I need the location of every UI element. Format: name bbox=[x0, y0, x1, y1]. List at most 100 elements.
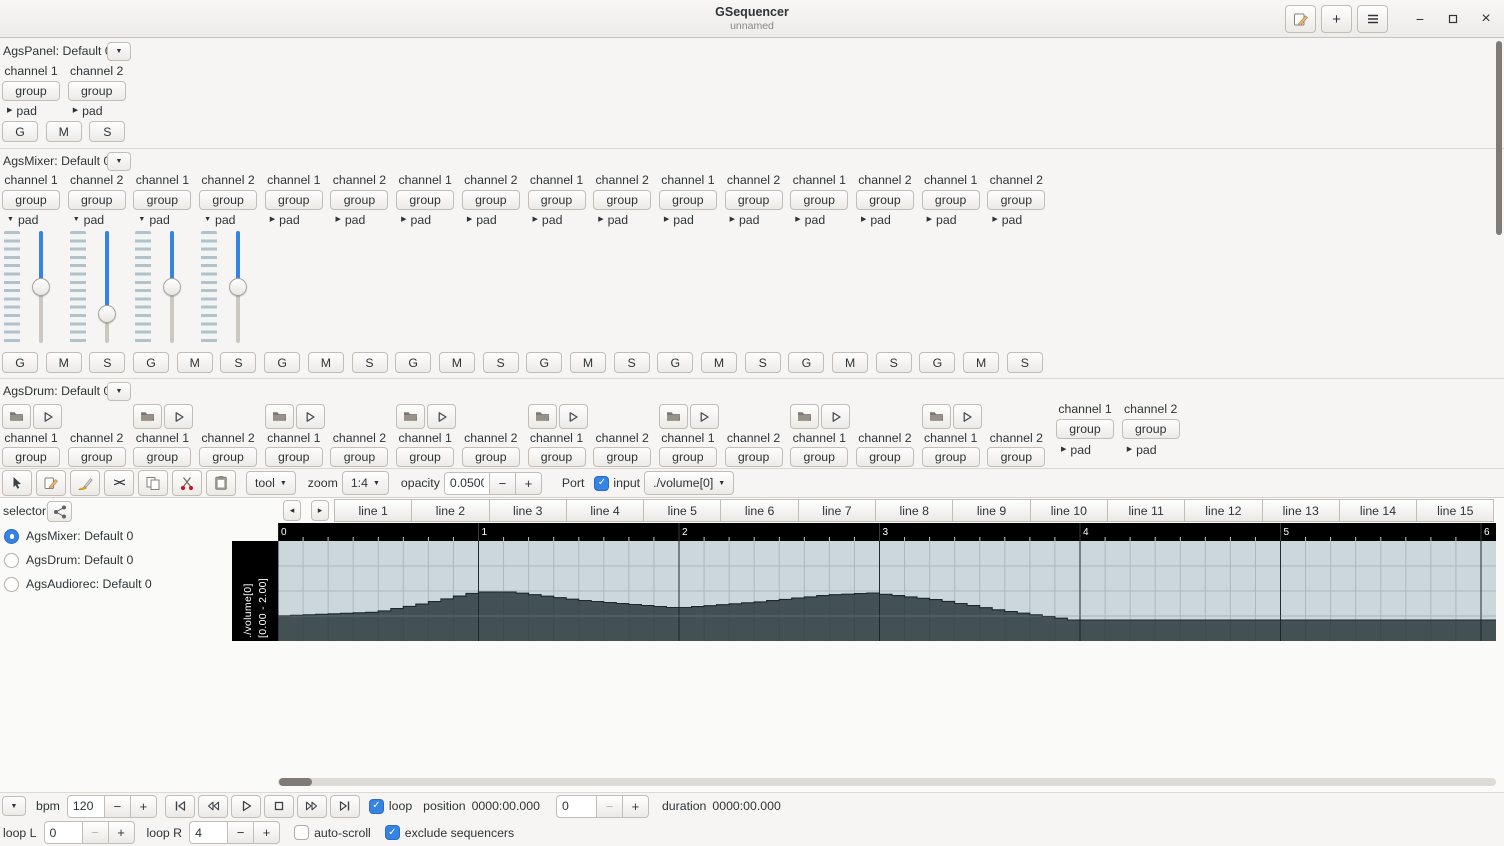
pad-expander[interactable]: ▶ pad bbox=[856, 212, 914, 227]
scrollbar-thumb[interactable] bbox=[1496, 41, 1502, 235]
solo-button[interactable]: S bbox=[89, 121, 126, 142]
position-increment-button[interactable]: + bbox=[621, 794, 649, 818]
pad-expander[interactable]: ▶ pad bbox=[790, 212, 848, 227]
group-button[interactable]: group bbox=[199, 190, 258, 210]
group-toggle-button[interactable]: G bbox=[2, 121, 38, 142]
fast-forward-button[interactable] bbox=[296, 794, 327, 818]
line-tab[interactable]: line 14 bbox=[1338, 499, 1418, 522]
bpm-decrement-button[interactable]: − bbox=[103, 794, 131, 818]
pad-play-button[interactable] bbox=[164, 404, 194, 429]
loop-left-decrement-button[interactable]: − bbox=[81, 821, 109, 844]
pad-expander[interactable]: ▶ pad bbox=[265, 212, 323, 227]
maximize-button[interactable] bbox=[1439, 5, 1467, 33]
solo-button[interactable]: S bbox=[744, 352, 781, 373]
mute-button[interactable]: M bbox=[45, 352, 82, 373]
pad-play-button[interactable] bbox=[427, 404, 457, 429]
group-button[interactable]: group bbox=[133, 447, 192, 467]
group-button[interactable]: group bbox=[461, 447, 520, 467]
loop-right-increment-button[interactable]: + bbox=[253, 821, 281, 844]
exclude-sequencers-checkbox[interactable]: ✓ bbox=[384, 825, 400, 840]
machine-menu-button[interactable]: ▼ bbox=[107, 382, 131, 401]
volume-slider[interactable] bbox=[32, 229, 50, 345]
solo-button[interactable]: S bbox=[613, 352, 650, 373]
input-checkbox[interactable]: ✓ bbox=[594, 475, 610, 491]
pad-expander[interactable]: ▶ pad bbox=[68, 103, 126, 118]
group-toggle-button[interactable]: G bbox=[2, 352, 38, 373]
line-tab[interactable]: line 13 bbox=[1261, 499, 1340, 522]
bpm-increment-button[interactable]: + bbox=[129, 794, 157, 818]
line-tab[interactable]: line 3 bbox=[488, 499, 567, 522]
group-button[interactable]: group bbox=[593, 447, 652, 467]
slider-handle[interactable] bbox=[229, 278, 248, 296]
pad-expander[interactable]: ▶ pad bbox=[528, 212, 586, 227]
edit-file-button[interactable] bbox=[1285, 5, 1316, 33]
open-button[interactable] bbox=[264, 404, 294, 429]
group-button[interactable]: group bbox=[527, 190, 586, 210]
group-button[interactable]: group bbox=[790, 190, 849, 210]
pad-expander[interactable]: ▶ pad bbox=[593, 212, 651, 227]
group-toggle-button[interactable]: G bbox=[264, 352, 301, 373]
open-button[interactable] bbox=[2, 404, 31, 429]
open-button[interactable] bbox=[658, 404, 688, 429]
mute-button[interactable]: M bbox=[307, 352, 344, 373]
pad-expander[interactable]: ▼ pad bbox=[2, 212, 60, 227]
line-tab[interactable]: line 5 bbox=[643, 499, 722, 522]
group-toggle-button[interactable]: G bbox=[919, 352, 956, 373]
group-button[interactable]: group bbox=[855, 447, 914, 467]
loop-right-input[interactable] bbox=[189, 821, 229, 844]
pad-expander[interactable]: ▶ pad bbox=[1122, 442, 1180, 457]
close-button[interactable]: × bbox=[1472, 5, 1500, 33]
stop-button[interactable] bbox=[263, 794, 294, 818]
mute-button[interactable]: M bbox=[45, 121, 82, 142]
machine-selector-popup-button[interactable] bbox=[47, 501, 72, 522]
group-button[interactable]: group bbox=[67, 81, 126, 101]
solo-button[interactable]: S bbox=[482, 352, 519, 373]
line-tab[interactable]: line 1 bbox=[334, 499, 413, 522]
line-tab[interactable]: line 8 bbox=[875, 499, 954, 522]
group-button[interactable]: group bbox=[987, 447, 1046, 467]
group-button[interactable]: group bbox=[2, 190, 60, 210]
loop-checkbox[interactable]: ✓ bbox=[368, 798, 384, 814]
play-button[interactable] bbox=[230, 794, 261, 818]
group-button[interactable]: group bbox=[67, 447, 126, 467]
pad-expander[interactable]: ▶ pad bbox=[330, 212, 388, 227]
group-button[interactable]: group bbox=[724, 447, 783, 467]
open-button[interactable] bbox=[396, 404, 426, 429]
line-tab[interactable]: line 7 bbox=[797, 499, 877, 522]
selector-option[interactable]: AgsMixer: Default 0 bbox=[4, 524, 152, 548]
position-input[interactable] bbox=[555, 794, 597, 818]
tool-menu-button[interactable]: tool ▼ bbox=[246, 471, 296, 495]
mute-button[interactable]: M bbox=[832, 352, 869, 373]
menu-button[interactable] bbox=[1357, 5, 1388, 33]
selector-option[interactable]: AgsDrum: Default 0 bbox=[4, 548, 152, 572]
slider-handle[interactable] bbox=[163, 278, 182, 296]
volume-slider[interactable] bbox=[97, 229, 116, 345]
select-tool-button[interactable]: >< bbox=[104, 470, 134, 496]
mute-button[interactable]: M bbox=[438, 352, 475, 373]
line-tab[interactable]: line 15 bbox=[1416, 499, 1495, 522]
group-button[interactable]: group bbox=[790, 447, 849, 467]
add-machine-button[interactable]: + bbox=[1321, 5, 1352, 33]
group-toggle-button[interactable]: G bbox=[395, 352, 432, 373]
pad-expander[interactable]: ▶ pad bbox=[922, 212, 980, 227]
pad-play-button[interactable] bbox=[558, 404, 588, 429]
open-button[interactable] bbox=[790, 404, 820, 429]
clear-tool-button[interactable] bbox=[70, 470, 100, 496]
loop-right-decrement-button[interactable]: − bbox=[227, 821, 255, 844]
mute-button[interactable]: M bbox=[701, 352, 737, 373]
slider-handle[interactable] bbox=[97, 305, 116, 324]
group-button[interactable]: group bbox=[461, 190, 520, 210]
solo-button[interactable]: S bbox=[875, 352, 912, 373]
scrollbar-thumb[interactable] bbox=[279, 778, 312, 786]
position-decrement-button[interactable]: − bbox=[595, 794, 623, 818]
pad-expander[interactable]: ▶ pad bbox=[1056, 442, 1114, 457]
line-tab[interactable]: line 9 bbox=[952, 499, 1031, 522]
solo-button[interactable]: S bbox=[351, 352, 388, 373]
group-button[interactable]: group bbox=[330, 190, 389, 210]
group-button[interactable]: group bbox=[264, 190, 323, 210]
group-toggle-button[interactable]: G bbox=[657, 352, 694, 373]
skip-forward-button[interactable] bbox=[329, 794, 360, 818]
solo-button[interactable]: S bbox=[1006, 352, 1043, 373]
line-tab[interactable]: line 11 bbox=[1106, 499, 1186, 522]
open-button[interactable] bbox=[921, 404, 951, 429]
